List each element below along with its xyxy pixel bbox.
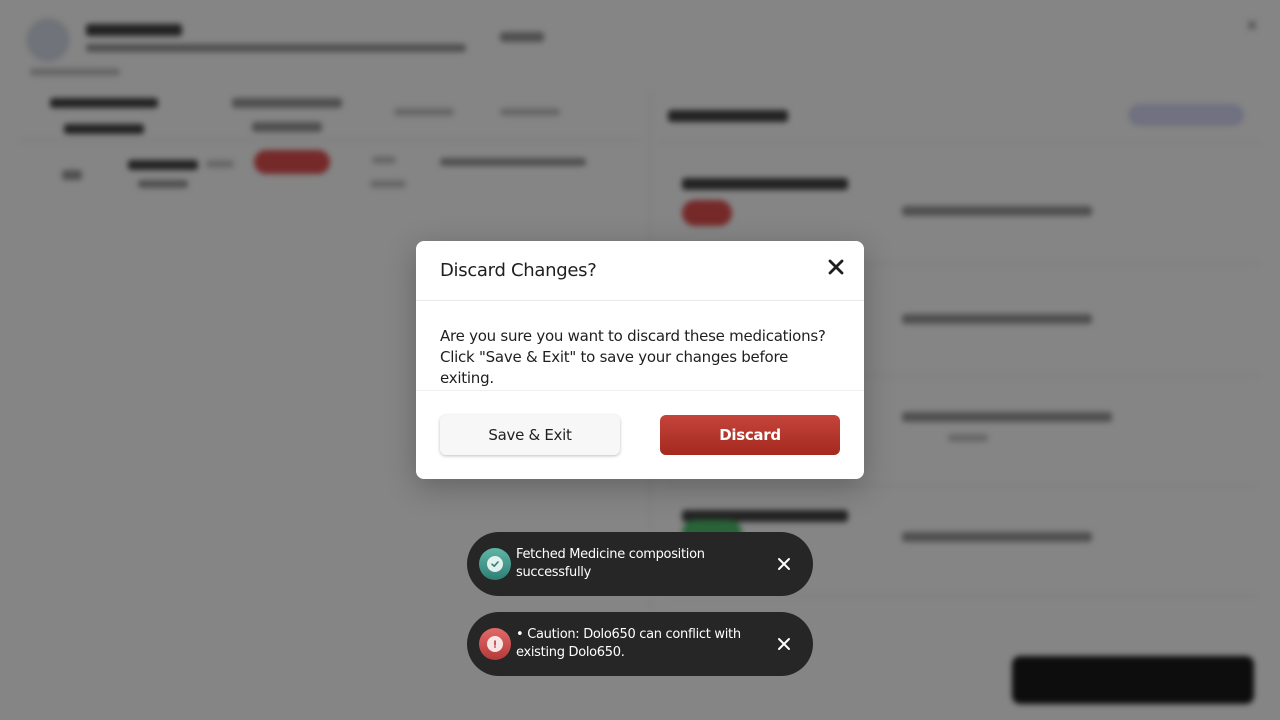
- discard-changes-dialog: Discard Changes? Are you sure you want t…: [416, 241, 864, 479]
- toast-message: • Caution: Dolo650 can conflict with exi…: [516, 627, 741, 660]
- dialog-footer: Save & Exit Discard: [416, 391, 864, 479]
- close-icon[interactable]: [824, 255, 848, 279]
- close-icon[interactable]: [774, 554, 794, 574]
- dialog-body: Are you sure you want to discard these m…: [416, 301, 864, 391]
- dialog-title: Discard Changes?: [440, 260, 597, 281]
- warning-toast: • Caution: Dolo650 can conflict with exi…: [467, 612, 813, 676]
- alert-circle-icon: [479, 628, 511, 660]
- toast-message: Fetched Medicine composition successfull…: [516, 547, 705, 580]
- save-exit-button[interactable]: Save & Exit: [440, 415, 620, 455]
- discard-button[interactable]: Discard: [660, 415, 840, 455]
- check-circle-icon: [479, 548, 511, 580]
- success-toast: Fetched Medicine composition successfull…: [467, 532, 813, 596]
- close-icon[interactable]: [774, 634, 794, 654]
- dialog-header: Discard Changes?: [416, 241, 864, 301]
- dialog-message: Are you sure you want to discard these m…: [440, 327, 826, 387]
